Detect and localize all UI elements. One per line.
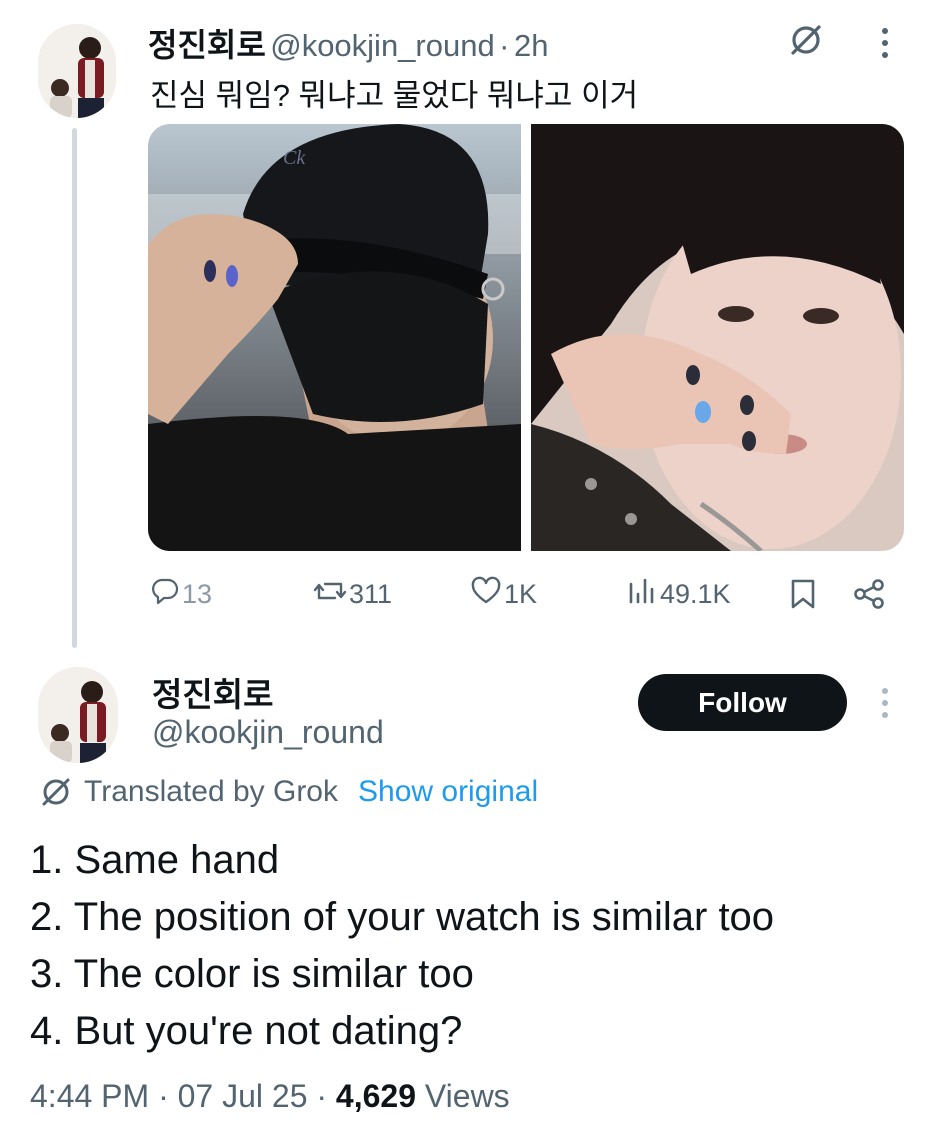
reply-button[interactable]: 13 — [150, 574, 212, 614]
tweet-line-3: 3. The color is similar too — [30, 952, 474, 996]
views-icon — [626, 576, 660, 613]
tweet-line-2: 2. The position of your watch is similar… — [30, 895, 775, 939]
like-icon — [470, 576, 504, 613]
avatar[interactable] — [38, 24, 116, 118]
tweet-image-1[interactable]: Ck — [148, 124, 521, 551]
avatar[interactable] — [38, 667, 118, 763]
translated-label: Translated by Grok — [84, 775, 338, 808]
tweet-date[interactable]: 07 Jul 25 — [178, 1078, 308, 1114]
follow-button[interactable]: Follow — [638, 674, 847, 731]
bookmark-icon[interactable] — [790, 574, 818, 614]
author-name[interactable]: 정진회로 — [152, 668, 273, 716]
tweet-line-4: 4. But you're not dating? — [30, 1009, 463, 1053]
reply-count: 13 — [182, 578, 213, 609]
separator-dot: · — [499, 28, 510, 63]
tweet-time[interactable]: 4:44 PM — [30, 1078, 149, 1114]
tweet-line-1: 1. Same hand — [30, 838, 280, 882]
tweet-text: 진심 뭐임? 뭐냐고 물었다 뭐냐고 이거 — [150, 78, 639, 113]
separator-dot: · — [316, 1078, 336, 1114]
thread-line — [72, 128, 77, 648]
reply-icon — [150, 576, 182, 613]
author-name[interactable]: 정진회로 — [148, 27, 266, 63]
grok-icon[interactable] — [788, 22, 824, 58]
share-icon[interactable] — [852, 574, 888, 614]
author-handle[interactable]: @kookjin_round — [270, 28, 495, 63]
like-count: 1K — [504, 578, 538, 609]
author-handle[interactable]: @kookjin_round — [152, 714, 384, 751]
views-button[interactable]: 49.1K — [626, 574, 731, 614]
repost-count: 311 — [349, 578, 393, 609]
grok-icon — [38, 774, 74, 810]
tweet-time[interactable]: 2h — [514, 28, 548, 63]
views-count: 4,629 — [335, 1078, 416, 1114]
repost-button[interactable]: 311 — [313, 574, 392, 614]
repost-icon — [313, 576, 349, 613]
svg-text:Ck: Ck — [283, 147, 306, 169]
show-original-link[interactable]: Show original — [358, 775, 538, 809]
more-icon[interactable] — [876, 26, 894, 60]
separator-dot: · — [158, 1078, 178, 1114]
views-label: Views — [424, 1078, 510, 1114]
tweet-meta: 4:44 PM · 07 Jul 25 · 4,629 Views — [30, 1078, 510, 1115]
views-count: 49.1K — [660, 578, 731, 609]
tweet-image-2[interactable] — [531, 124, 904, 551]
more-icon[interactable] — [876, 686, 894, 720]
like-button[interactable]: 1K — [470, 574, 537, 614]
